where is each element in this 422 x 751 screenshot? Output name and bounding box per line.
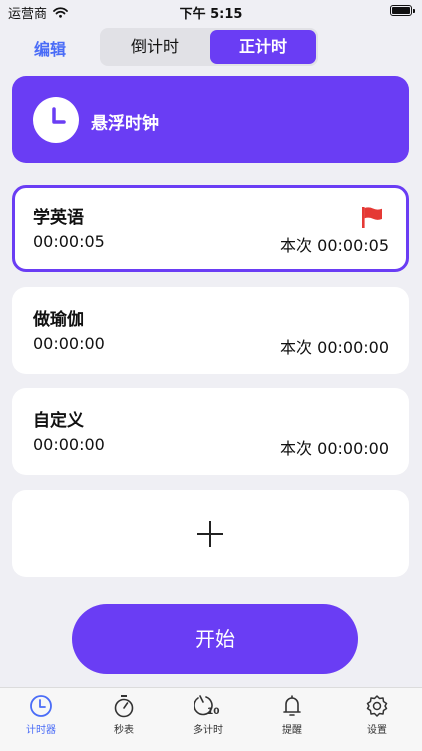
tab-label: 秒表 bbox=[114, 725, 134, 736]
tab-label: 设置 bbox=[367, 725, 387, 736]
tab-label: 提醒 bbox=[282, 725, 302, 736]
status-bar: 运营商 下午 5:15 bbox=[0, 0, 422, 24]
clock-avatar bbox=[33, 97, 79, 143]
timer-lap: 本次 00:00:00 bbox=[280, 338, 389, 357]
timer-lap: 本次 00:00:05 bbox=[280, 236, 389, 255]
multi-timer-icon: 10 bbox=[194, 695, 220, 717]
timer-total: 00:00:00 bbox=[33, 435, 105, 454]
timer-lap: 本次 00:00:00 bbox=[280, 439, 389, 458]
bell-icon bbox=[283, 695, 301, 716]
stopwatch-icon bbox=[114, 695, 134, 718]
tab-settings[interactable]: 设置 bbox=[342, 694, 412, 736]
timer-name: 自定义 bbox=[33, 411, 84, 431]
tab-timer[interactable]: 计时器 bbox=[6, 694, 76, 736]
edit-button[interactable]: 编辑 bbox=[34, 36, 66, 60]
status-time: 下午 5:15 bbox=[179, 7, 243, 22]
tab-multi-timer[interactable]: 10 多计时 bbox=[173, 694, 243, 736]
floating-clock-card[interactable]: 悬浮时钟 bbox=[12, 76, 409, 163]
tab-reminder[interactable]: 提醒 bbox=[257, 694, 327, 736]
timer-name: 学英语 bbox=[33, 208, 84, 228]
start-button[interactable]: 开始 bbox=[72, 604, 358, 674]
tab-label: 多计时 bbox=[193, 725, 223, 736]
floating-clock-label: 悬浮时钟 bbox=[91, 114, 159, 134]
clock-hands-icon bbox=[52, 107, 66, 124]
tab-label: 计时器 bbox=[26, 725, 56, 736]
mode-segmented-control: 倒计时 正计时 bbox=[100, 28, 318, 66]
timer-total: 00:00:05 bbox=[33, 232, 105, 251]
timer-card-yoga[interactable]: 做瑜伽 00:00:00 本次 00:00:00 bbox=[12, 287, 409, 374]
timer-card-custom[interactable]: 自定义 00:00:00 本次 00:00:00 bbox=[12, 388, 409, 475]
add-timer-button[interactable] bbox=[12, 490, 409, 577]
timer-card-english[interactable]: 学英语 00:00:05 本次 00:00:05 bbox=[12, 185, 409, 272]
tab-stopwatch[interactable]: 秒表 bbox=[89, 694, 159, 736]
tab-countup[interactable]: 正计时 bbox=[210, 30, 316, 64]
timer-total: 00:00:00 bbox=[33, 334, 105, 353]
timer-name: 做瑜伽 bbox=[33, 310, 84, 330]
clock-icon bbox=[30, 695, 52, 717]
plus-icon bbox=[197, 521, 223, 547]
multi-timer-badge: 10 bbox=[207, 707, 220, 717]
flag-icon[interactable] bbox=[360, 205, 384, 229]
tab-countdown[interactable]: 倒计时 bbox=[102, 30, 208, 64]
battery-icon bbox=[390, 5, 415, 16]
gear-icon bbox=[366, 695, 388, 717]
tab-bar: 计时器 秒表 10 多计时 提醒 设置 bbox=[0, 687, 422, 751]
